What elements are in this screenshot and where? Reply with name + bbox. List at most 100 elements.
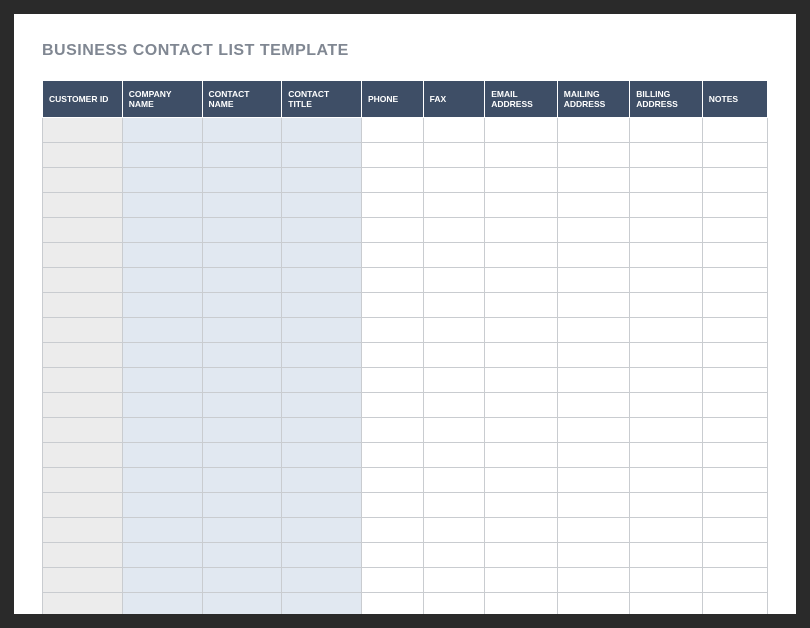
table-cell[interactable] [485,118,558,143]
table-cell[interactable] [557,468,630,493]
table-cell[interactable] [122,368,202,393]
table-cell[interactable] [423,368,485,393]
table-cell[interactable] [362,368,424,393]
table-cell[interactable] [630,343,703,368]
table-cell[interactable] [43,568,123,593]
table-cell[interactable] [423,418,485,443]
table-cell[interactable] [557,343,630,368]
table-cell[interactable] [557,118,630,143]
table-cell[interactable] [485,268,558,293]
table-cell[interactable] [202,518,282,543]
table-cell[interactable] [43,168,123,193]
table-cell[interactable] [630,543,703,568]
table-cell[interactable] [122,418,202,443]
table-cell[interactable] [630,518,703,543]
table-cell[interactable] [630,268,703,293]
table-cell[interactable] [202,168,282,193]
table-cell[interactable] [485,418,558,443]
table-cell[interactable] [557,318,630,343]
table-cell[interactable] [202,493,282,518]
table-cell[interactable] [282,568,362,593]
table-cell[interactable] [122,193,202,218]
table-cell[interactable] [282,518,362,543]
table-cell[interactable] [702,518,767,543]
table-cell[interactable] [630,218,703,243]
table-cell[interactable] [43,318,123,343]
table-cell[interactable] [43,593,123,614]
table-cell[interactable] [702,593,767,614]
table-cell[interactable] [202,568,282,593]
table-cell[interactable] [423,218,485,243]
table-cell[interactable] [282,493,362,518]
table-cell[interactable] [630,393,703,418]
table-cell[interactable] [43,543,123,568]
table-cell[interactable] [43,343,123,368]
table-cell[interactable] [630,118,703,143]
table-cell[interactable] [282,593,362,614]
table-cell[interactable] [630,443,703,468]
table-cell[interactable] [702,468,767,493]
table-cell[interactable] [423,318,485,343]
table-cell[interactable] [702,543,767,568]
table-cell[interactable] [423,118,485,143]
table-cell[interactable] [43,518,123,543]
table-cell[interactable] [423,493,485,518]
table-cell[interactable] [557,293,630,318]
table-cell[interactable] [362,593,424,614]
table-cell[interactable] [485,368,558,393]
table-cell[interactable] [557,393,630,418]
table-cell[interactable] [630,468,703,493]
table-cell[interactable] [43,118,123,143]
table-cell[interactable] [702,418,767,443]
table-cell[interactable] [485,343,558,368]
table-cell[interactable] [557,493,630,518]
table-cell[interactable] [122,568,202,593]
table-cell[interactable] [202,193,282,218]
table-cell[interactable] [362,393,424,418]
table-cell[interactable] [702,368,767,393]
table-cell[interactable] [362,543,424,568]
table-cell[interactable] [282,193,362,218]
table-cell[interactable] [362,268,424,293]
table-cell[interactable] [423,143,485,168]
table-cell[interactable] [423,443,485,468]
table-cell[interactable] [557,543,630,568]
table-cell[interactable] [202,118,282,143]
table-cell[interactable] [362,468,424,493]
table-cell[interactable] [43,393,123,418]
table-cell[interactable] [557,218,630,243]
table-cell[interactable] [122,518,202,543]
table-cell[interactable] [423,343,485,368]
table-cell[interactable] [423,293,485,318]
table-cell[interactable] [202,343,282,368]
table-cell[interactable] [485,593,558,614]
table-cell[interactable] [423,543,485,568]
table-cell[interactable] [202,393,282,418]
table-cell[interactable] [630,418,703,443]
table-cell[interactable] [557,368,630,393]
table-cell[interactable] [423,243,485,268]
table-cell[interactable] [485,318,558,343]
table-cell[interactable] [122,143,202,168]
table-cell[interactable] [43,418,123,443]
table-cell[interactable] [43,468,123,493]
table-cell[interactable] [423,568,485,593]
table-cell[interactable] [485,143,558,168]
table-cell[interactable] [557,418,630,443]
table-cell[interactable] [362,518,424,543]
table-cell[interactable] [557,243,630,268]
table-cell[interactable] [202,368,282,393]
table-cell[interactable] [485,193,558,218]
table-cell[interactable] [485,168,558,193]
table-cell[interactable] [43,443,123,468]
table-cell[interactable] [702,343,767,368]
table-cell[interactable] [282,318,362,343]
table-cell[interactable] [702,443,767,468]
table-cell[interactable] [630,168,703,193]
table-cell[interactable] [122,593,202,614]
table-cell[interactable] [702,318,767,343]
table-cell[interactable] [485,243,558,268]
table-cell[interactable] [362,243,424,268]
table-cell[interactable] [202,593,282,614]
table-cell[interactable] [557,193,630,218]
